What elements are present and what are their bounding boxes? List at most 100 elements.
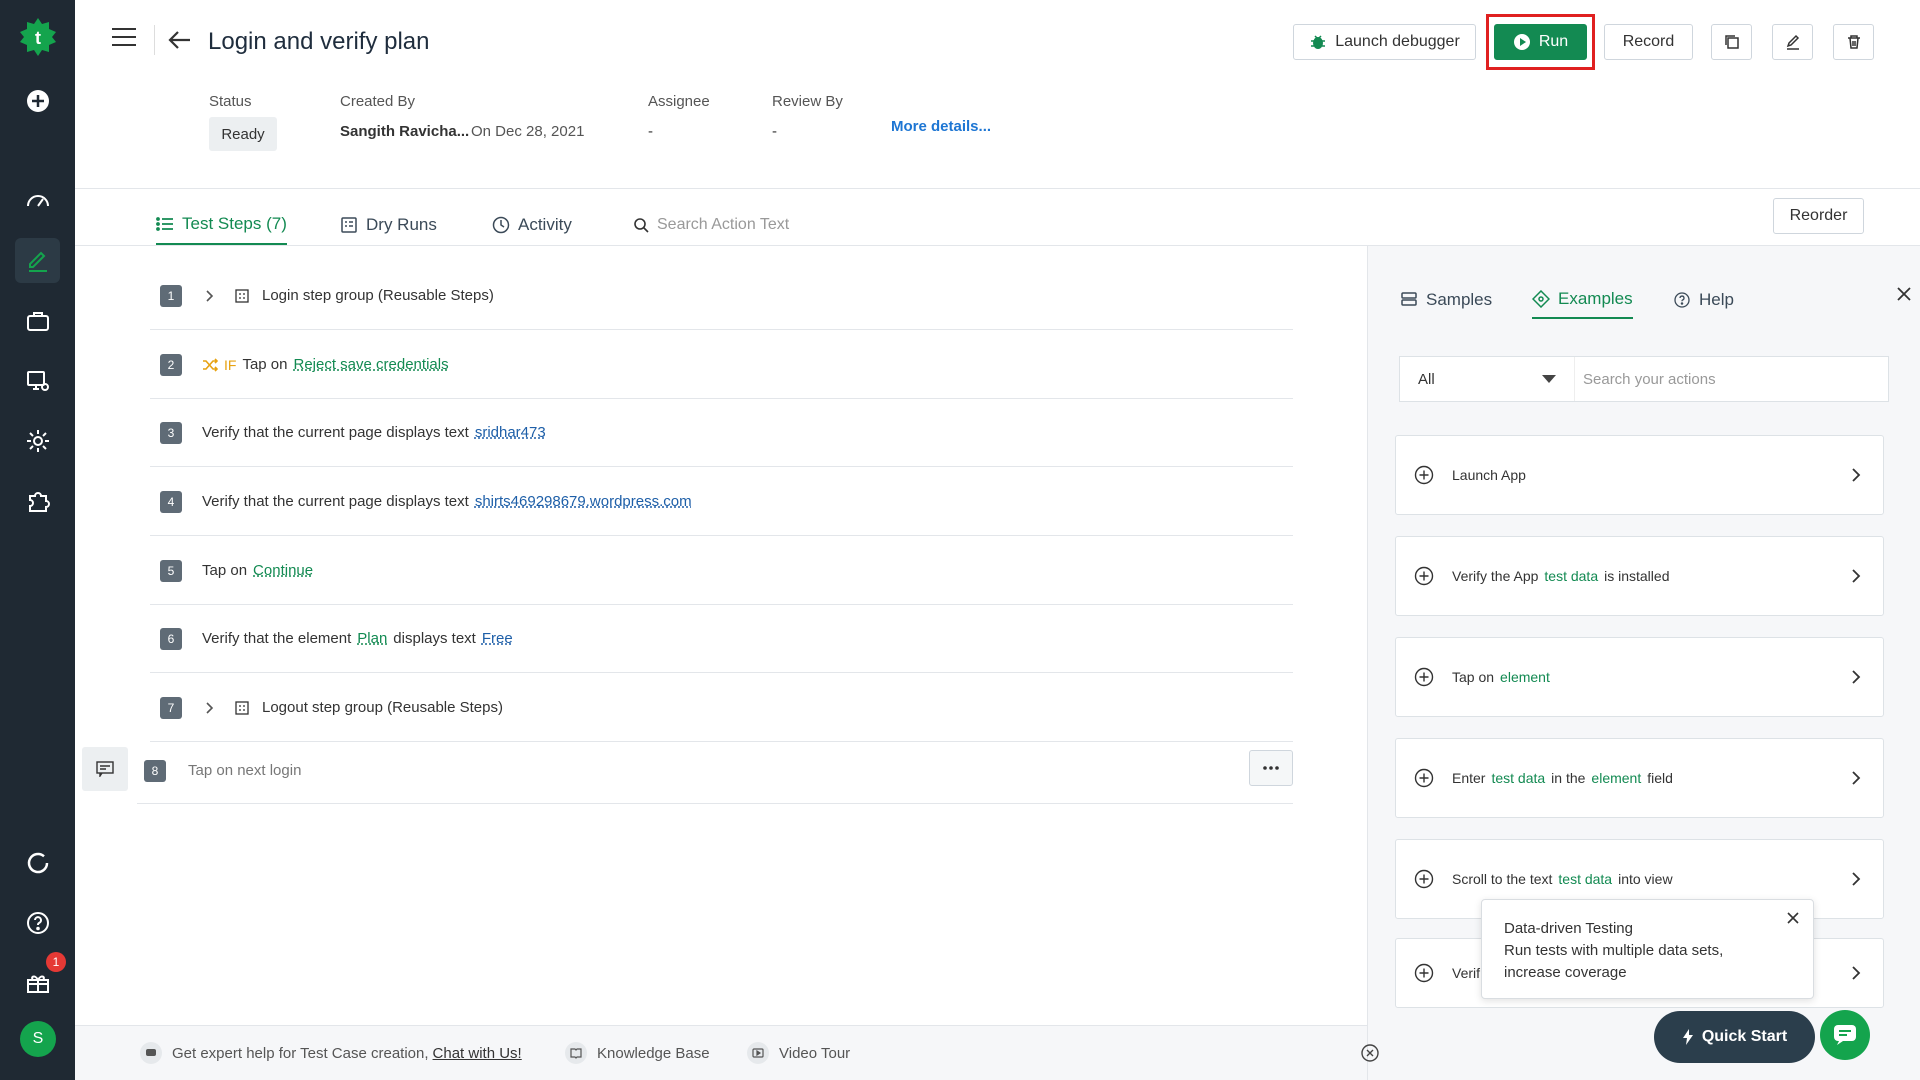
tab-dry-runs-label: Dry Runs [366, 215, 437, 234]
copy-button[interactable] [1711, 24, 1752, 60]
more-details-link[interactable]: More details... [891, 118, 991, 135]
step-element-link[interactable]: Plan [357, 630, 387, 647]
step-row-2[interactable]: 2 IF Tap on Reject save credentials [150, 331, 1293, 399]
create-new-icon[interactable] [15, 78, 60, 123]
chevron-right-icon[interactable] [202, 289, 216, 303]
search-action-input[interactable]: Search Action Text [633, 205, 789, 245]
step-row-5[interactable]: 5 Tap on Continue [150, 537, 1293, 605]
settings-gear-icon[interactable] [15, 418, 60, 463]
delete-button[interactable] [1833, 24, 1874, 60]
add-circle-icon[interactable] [1414, 566, 1434, 586]
testsigma-logo-icon[interactable]: t [17, 16, 59, 58]
chat-with-us-link[interactable]: Chat with Us! [433, 1045, 522, 1062]
chevron-right-icon[interactable] [1847, 668, 1865, 686]
tab-dry-runs[interactable]: Dry Runs [340, 205, 437, 245]
action-placeholder-token: test data [1544, 568, 1599, 584]
tooltip-line-1: Run tests with multiple data sets, [1504, 942, 1724, 959]
tab-activity[interactable]: Activity [492, 205, 572, 245]
action-placeholder-token: test data [1558, 871, 1613, 887]
add-circle-icon[interactable] [1414, 465, 1434, 485]
briefcase-icon[interactable] [15, 298, 60, 343]
expert-help-item: Get expert help for Test Case creation, … [140, 1042, 522, 1064]
help-icon [1674, 292, 1690, 308]
step-action-text-mid: displays text [393, 630, 476, 647]
tab-examples[interactable]: Examples [1532, 281, 1633, 319]
search-action-placeholder: Search Action Text [657, 216, 790, 233]
action-text-segment: is installed [1604, 568, 1670, 584]
chevron-right-icon[interactable] [1847, 466, 1865, 484]
step-row-1[interactable]: 1 Login step group (Reusable Steps) [150, 262, 1293, 330]
chevron-right-icon[interactable] [1847, 567, 1865, 585]
step-action-text: Verify that the current page displays te… [202, 424, 469, 441]
step-number: 7 [160, 696, 182, 719]
step-element-link[interactable]: Continue [253, 562, 313, 579]
test-runs-icon[interactable] [15, 358, 60, 403]
samples-icon [1401, 292, 1417, 306]
close-tooltip-icon[interactable] [1785, 910, 1801, 926]
action-card[interactable]: Launch App [1395, 435, 1884, 515]
edit-button[interactable] [1772, 24, 1813, 60]
record-button[interactable]: Record [1604, 24, 1693, 60]
step-row-7[interactable]: 7 Logout step group (Reusable Steps) [150, 674, 1293, 742]
video-tour-link[interactable]: Video Tour [747, 1042, 850, 1064]
new-step-input[interactable]: Tap on next login [188, 762, 301, 779]
reorder-button[interactable]: Reorder [1773, 198, 1864, 234]
expert-help-text: Get expert help for Test Case creation, [172, 1044, 429, 1062]
tab-test-steps[interactable]: Test Steps (7) [156, 205, 287, 245]
tooltip-line-2: increase coverage [1504, 964, 1627, 981]
action-card[interactable]: Verify the App test data is installed [1395, 536, 1884, 616]
action-text-segment: in the [1551, 770, 1586, 786]
clock-icon [492, 216, 510, 234]
step-number: 2 [160, 353, 182, 376]
action-card[interactable]: Tap on element [1395, 637, 1884, 717]
more-options-button[interactable] [1249, 750, 1293, 786]
chevron-right-icon[interactable] [1847, 870, 1865, 888]
header-divider-line [75, 188, 1920, 189]
add-circle-icon[interactable] [1414, 768, 1434, 788]
addons-puzzle-icon[interactable] [15, 478, 60, 523]
chevron-right-icon[interactable] [1847, 964, 1865, 982]
category-select[interactable]: All [1400, 357, 1575, 401]
tab-samples[interactable]: Samples [1400, 281, 1492, 319]
close-help-bar-icon[interactable] [1360, 1043, 1380, 1063]
step-action-text: Tap on [242, 356, 288, 373]
tab-help[interactable]: Help [1673, 281, 1734, 319]
add-circle-icon[interactable] [1414, 963, 1434, 983]
tab-samples-label: Samples [1426, 290, 1493, 309]
assignee-label: Assignee [648, 93, 710, 110]
chevron-right-icon[interactable] [1847, 769, 1865, 787]
user-avatar[interactable]: S [20, 1021, 56, 1057]
new-step-row[interactable]: 8 Tap on next login [137, 738, 1293, 804]
help-question-icon[interactable] [15, 900, 60, 945]
action-card[interactable]: Enter test data in the element field [1395, 738, 1884, 818]
step-row-6[interactable]: 6 Verify that the element Plan displays … [150, 605, 1293, 673]
test-development-icon[interactable] [15, 238, 60, 283]
step-test-data-link[interactable]: sridhar473 [475, 424, 546, 441]
close-panel-icon[interactable] [1894, 284, 1914, 304]
step-test-data-link[interactable]: shirts469298679.wordpress.com [475, 493, 692, 510]
sync-icon[interactable] [15, 840, 60, 885]
chat-support-button[interactable] [1820, 1010, 1870, 1060]
knowledge-base-link[interactable]: Knowledge Base [565, 1042, 710, 1064]
action-text-segment: Verify the App [1452, 568, 1539, 584]
dashboard-icon[interactable] [15, 177, 60, 222]
record-label: Record [1622, 33, 1675, 50]
examples-icon [1532, 290, 1550, 308]
add-circle-icon[interactable] [1414, 869, 1434, 889]
launch-debugger-button[interactable]: Launch debugger [1293, 24, 1476, 60]
step-test-data-link[interactable]: Free [482, 630, 513, 647]
page-title: Login and verify plan [208, 28, 430, 55]
search-actions-input[interactable]: Search your actions [1575, 371, 1716, 388]
step-row-4[interactable]: 4 Verify that the current page displays … [150, 468, 1293, 536]
chevron-right-icon[interactable] [202, 701, 216, 715]
action-text-segment: Verif [1452, 965, 1481, 981]
back-arrow-icon[interactable] [168, 30, 192, 50]
add-circle-icon[interactable] [1414, 667, 1434, 687]
run-button[interactable]: Run [1494, 24, 1587, 60]
step-row-3[interactable]: 3 Verify that the current page displays … [150, 399, 1293, 467]
step-comment-button[interactable] [82, 747, 128, 791]
hamburger-menu-icon[interactable] [112, 28, 136, 48]
step-element-link[interactable]: Reject save credentials [294, 356, 449, 373]
left-sidebar: t 1 S [0, 0, 75, 1080]
quick-start-button[interactable]: Quick Start [1654, 1011, 1815, 1063]
